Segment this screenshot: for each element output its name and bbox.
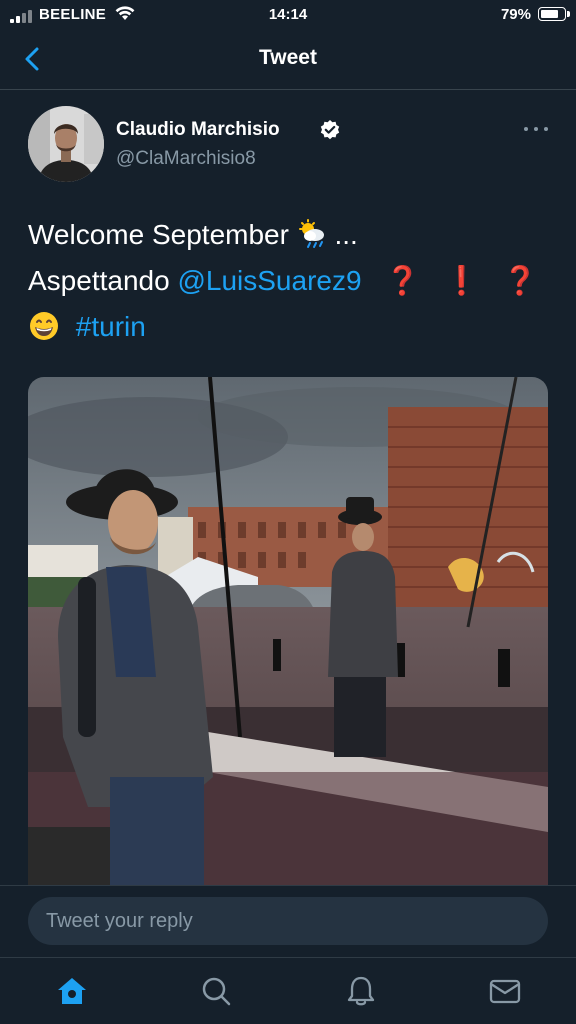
tweet-ellipsis: ... [334, 219, 358, 250]
tweet-line-1: Welcome September ... [28, 212, 558, 258]
verified-badge-icon [320, 120, 340, 140]
author-name[interactable]: Claudio Marchisio [116, 119, 280, 141]
sun-behind-rain-cloud-emoji [298, 218, 324, 248]
question-mark-emoji: ❓ [385, 265, 421, 296]
tweet-text-aspettando: Aspettando [28, 265, 170, 296]
reply-input[interactable] [28, 897, 548, 945]
tweet-photo[interactable] [28, 377, 548, 885]
status-bar: BEELINE 14:14 79% [0, 0, 576, 30]
reply-bar [0, 885, 576, 958]
battery-percentage: 79% [500, 6, 531, 23]
grinning-face-emoji [30, 311, 58, 340]
avatar[interactable] [28, 106, 104, 182]
page-title: Tweet [259, 46, 317, 69]
search-icon[interactable] [199, 974, 233, 1008]
more-options-icon[interactable] [522, 122, 550, 136]
messages-icon[interactable] [488, 974, 522, 1008]
mention-link[interactable]: @LuisSuarez9 [177, 265, 361, 296]
tweet-text: Welcome September ... Aspettando @LuisSu… [28, 212, 558, 350]
home-icon[interactable] [55, 974, 89, 1008]
exclamation-mark-emoji: ❗ [443, 265, 479, 296]
hashtag-link[interactable]: #turin [76, 311, 146, 342]
status-time: 14:14 [268, 6, 308, 23]
tweet-line-2: Aspettando @LuisSuarez9 ❓ ❗ ❓ [28, 258, 558, 304]
nav-header: Tweet [0, 30, 576, 90]
author-handle[interactable]: @ClaMarchisio8 [116, 148, 256, 170]
notifications-icon[interactable] [344, 974, 378, 1008]
question-mark-emoji: ❓ [502, 265, 538, 296]
tweet-line-3: #turin [28, 304, 558, 350]
tweet-text-welcome: Welcome September [28, 219, 289, 250]
bottom-nav [0, 957, 576, 1024]
battery-icon [538, 7, 570, 21]
